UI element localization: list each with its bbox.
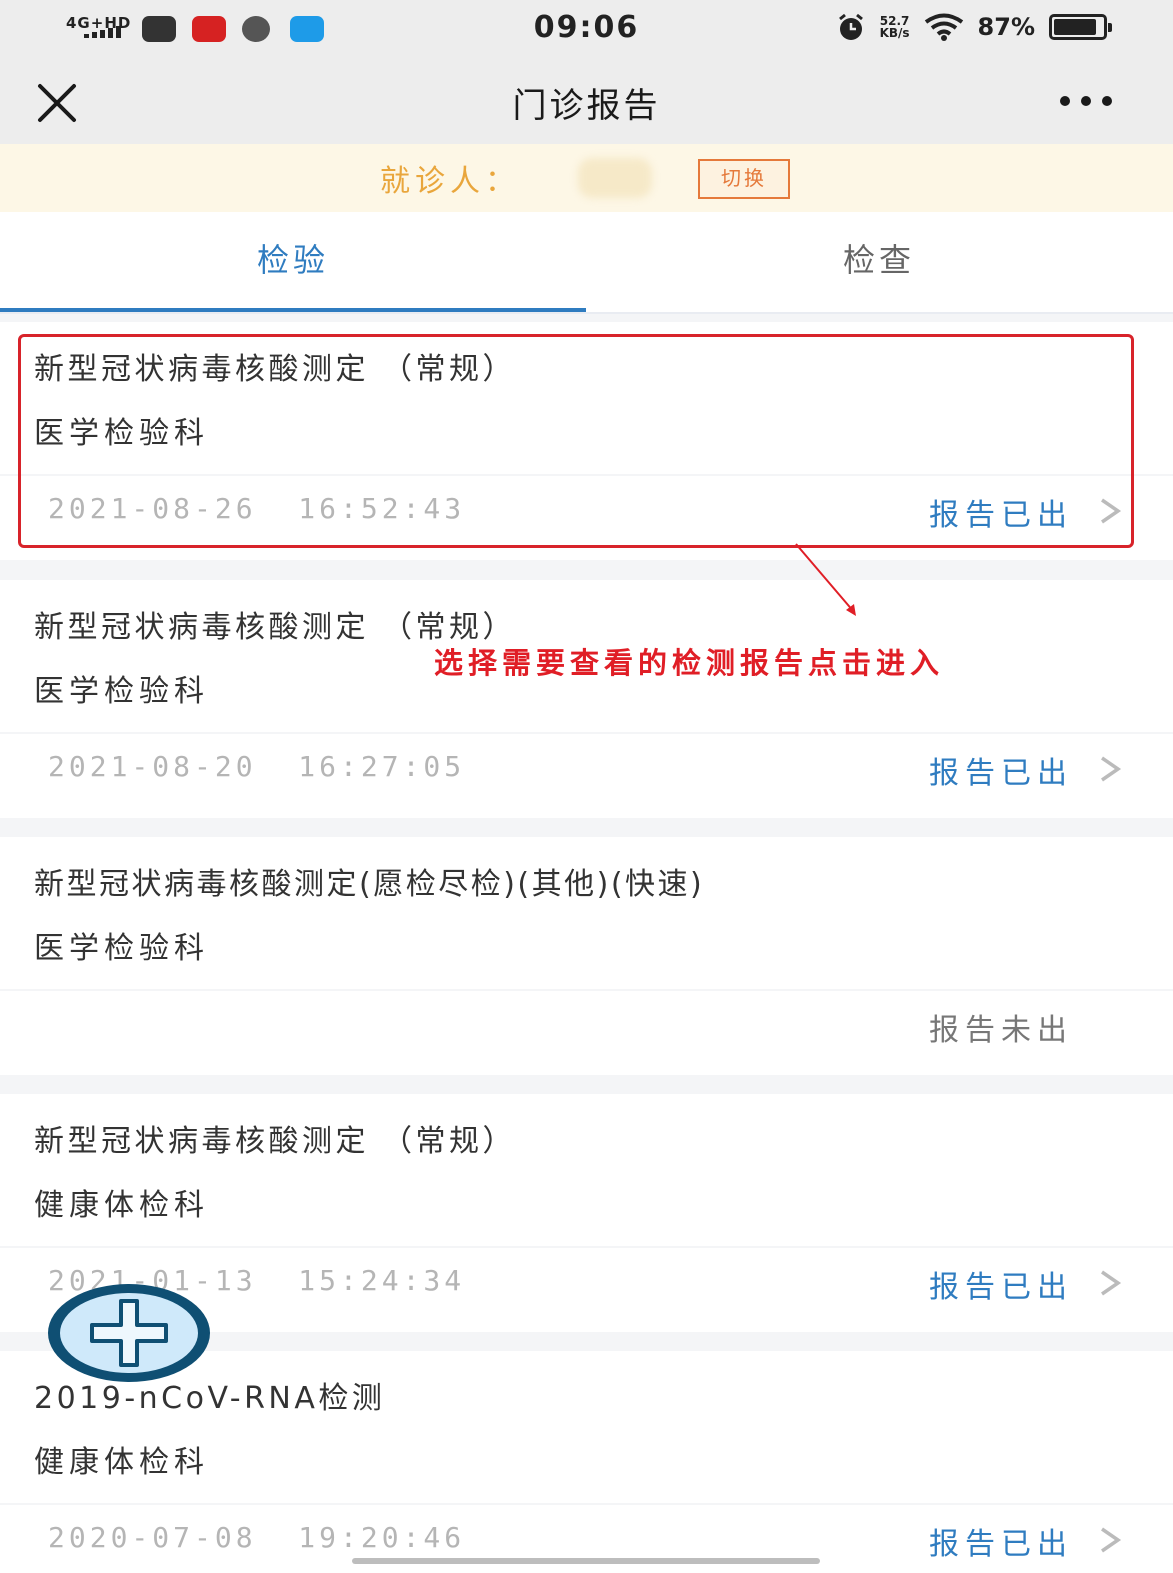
chevron-right-icon: [1101, 756, 1122, 782]
switch-patient-button[interactable]: 切换: [698, 159, 790, 199]
more-icon[interactable]: [1057, 82, 1115, 120]
patient-label: 就诊人：: [380, 164, 520, 199]
page-title: 门诊报告: [512, 86, 661, 126]
alarm-icon: [838, 13, 863, 40]
report-department: 医学检验科: [34, 931, 209, 966]
chevron-right-icon: [1101, 1527, 1122, 1553]
nav-bar: 门诊报告: [0, 58, 1173, 144]
patient-name-blurred: [578, 158, 652, 198]
patient-bar: 就诊人： 切换: [0, 144, 1173, 212]
report-tabs: 检验 检查: [0, 212, 1173, 314]
report-status: 报告未出: [929, 1013, 1073, 1048]
status-bar: 4G+HD 09:06 52.7 KB/s 87%: [0, 0, 1173, 58]
home-indicator[interactable]: [352, 1558, 820, 1564]
report-datetime: 2021-08-20 16:27:05: [48, 750, 466, 783]
battery-percent: 87%: [977, 13, 1035, 41]
tab-lab-test[interactable]: 检验: [0, 212, 586, 312]
report-status: 报告已出: [929, 1270, 1073, 1305]
wifi-icon: [924, 13, 963, 41]
chevron-right-icon: [1101, 1270, 1122, 1296]
report-name: 新型冠状病毒核酸测定 （常规）: [34, 1124, 517, 1159]
annotation-arrow: [795, 543, 856, 616]
plus-icon: [90, 1299, 168, 1367]
network-speed: 52.7 KB/s: [879, 14, 910, 40]
report-department: 健康体检科: [34, 1188, 209, 1223]
annotation-text: 选择需要查看的检测报告点击进入: [434, 646, 945, 680]
annotation-highlight-box: [18, 334, 1134, 548]
report-name: 新型冠状病毒核酸测定(愿检尽检)(其他)(快速): [34, 867, 705, 902]
report-item[interactable]: 新型冠状病毒核酸测定(愿检尽检)(其他)(快速) 医学检验科 报告未出: [0, 837, 1173, 1075]
battery-icon: [1049, 14, 1112, 40]
report-status: 报告已出: [929, 756, 1073, 791]
report-item[interactable]: 2019-nCoV-RNA检测 健康体检科 2020-07-08 19:20:4…: [0, 1351, 1173, 1573]
report-name: 2019-nCoV-RNA检测: [34, 1381, 386, 1416]
report-department: 健康体检科: [34, 1445, 209, 1480]
report-department: 医学检验科: [34, 674, 209, 709]
report-datetime: 2020-07-08 19:20:46: [48, 1521, 466, 1554]
report-item[interactable]: 新型冠状病毒核酸测定 （常规） 医学检验科 2021-08-20 16:27:0…: [0, 580, 1173, 818]
tab-examination[interactable]: 检查: [586, 212, 1172, 312]
floating-add-button[interactable]: [48, 1284, 210, 1382]
report-status: 报告已出: [929, 1527, 1073, 1562]
